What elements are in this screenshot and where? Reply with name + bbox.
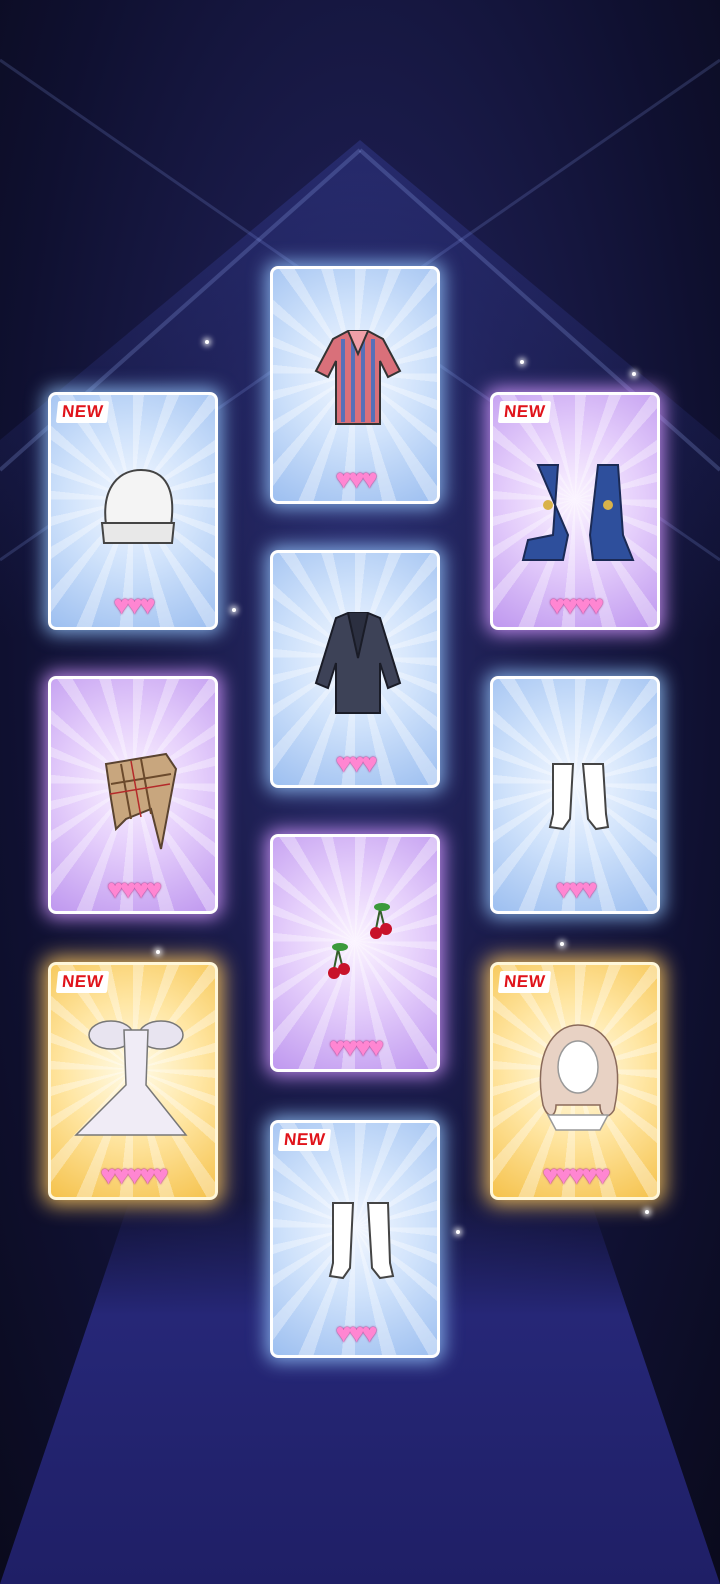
scarf-icon — [104, 752, 178, 850]
item-card-plaid-scarf[interactable]: ♥♥♥♥ — [48, 676, 218, 914]
sparkle — [560, 942, 564, 946]
item-card-striped-shirt[interactable]: ♥♥♥ — [270, 266, 440, 504]
rarity-hearts: ♥♥♥ — [335, 748, 377, 778]
new-badge: NEW — [497, 401, 552, 423]
blazer-icon — [314, 612, 402, 714]
item-card-navy-blazer[interactable]: ♥♥♥ — [270, 550, 440, 788]
item-card-ankle-socks[interactable]: NEW ♥♥♥ — [270, 1120, 440, 1358]
item-card-wavy-hair[interactable]: NEW ♥♥♥♥♥ — [490, 962, 660, 1200]
striped-shirt-icon — [314, 330, 402, 425]
sparkle — [456, 1230, 460, 1234]
rarity-hearts: ♥♥♥ — [555, 874, 597, 904]
rarity-hearts: ♥♥♥♥ — [328, 1032, 384, 1062]
item-card-platform-heels[interactable]: NEW ♥♥♥♥ — [490, 392, 660, 630]
rarity-hearts: ♥♥♥♥ — [106, 874, 162, 904]
new-badge: NEW — [277, 1129, 332, 1151]
sparkle — [632, 372, 636, 376]
sparkle — [205, 340, 209, 344]
sparkle — [645, 1210, 649, 1214]
sparkle — [232, 608, 236, 612]
new-badge: NEW — [55, 401, 110, 423]
gown-icon — [74, 1020, 188, 1136]
rarity-hearts: ♥♥♥ — [335, 1318, 377, 1348]
item-card-cherry-earrings[interactable]: ♥♥♥♥ — [270, 834, 440, 1072]
item-card-white-beanie[interactable]: NEW ♥♥♥ — [48, 392, 218, 630]
rarity-hearts: ♥♥♥♥ — [548, 590, 604, 620]
rarity-hearts: ♥♥♥ — [335, 464, 377, 494]
new-badge: NEW — [497, 971, 552, 993]
beanie-icon — [100, 468, 176, 544]
sparkle — [156, 950, 160, 954]
sparkle — [520, 360, 524, 364]
hair-icon — [539, 1024, 619, 1131]
socks-icon — [548, 763, 610, 831]
new-badge: NEW — [55, 971, 110, 993]
rarity-hearts: ♥♥♥ — [113, 590, 155, 620]
ankle-socks-icon — [328, 1202, 395, 1280]
rarity-hearts: ♥♥♥♥♥ — [542, 1160, 610, 1190]
platform-heels-icon — [521, 464, 635, 561]
rarity-hearts: ♥♥♥♥♥ — [100, 1160, 168, 1190]
item-card-feather-gown[interactable]: NEW ♥♥♥♥♥ — [48, 962, 218, 1200]
cherry-earrings-icon — [328, 903, 392, 979]
item-card-white-socks[interactable]: ♥♥♥ — [490, 676, 660, 914]
